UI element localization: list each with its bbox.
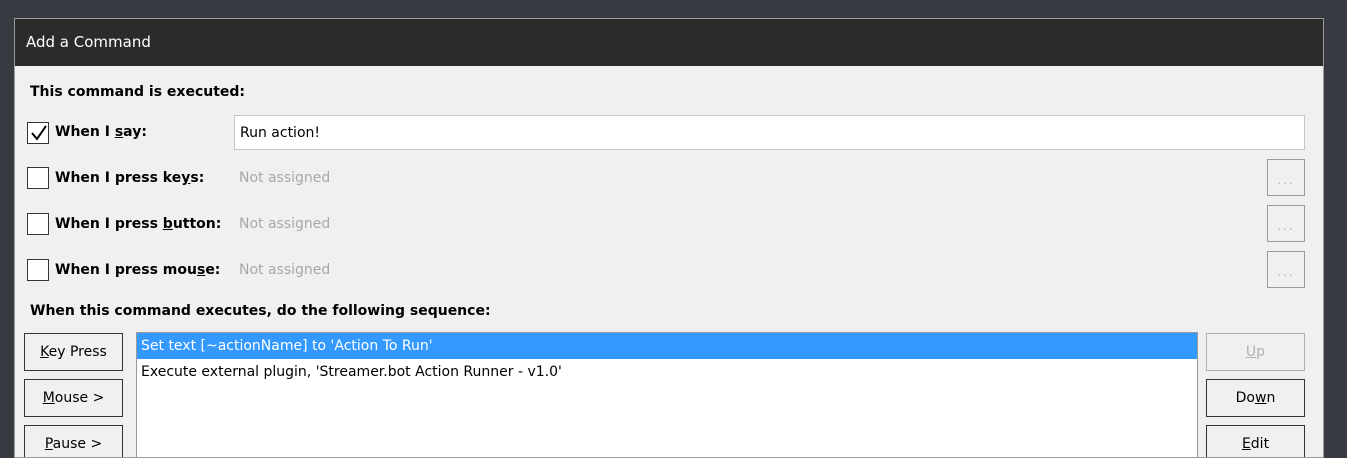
say-phrase-input[interactable]	[234, 115, 1305, 150]
button-checkbox[interactable]	[27, 213, 49, 235]
button-status: Not assigned	[239, 216, 331, 232]
list-item[interactable]: Execute external plugin, 'Streamer.bot A…	[137, 359, 1197, 385]
keys-label: When I press keys:	[55, 170, 205, 186]
mouse-status: Not assigned	[239, 262, 331, 278]
mouse-checkbox[interactable]	[27, 259, 49, 281]
checkmark-icon	[31, 125, 47, 141]
button-browse-button[interactable]: ...	[1267, 205, 1305, 242]
dialog-title: Add a Command	[15, 19, 1323, 66]
list-item[interactable]: Set text [~actionName] to 'Action To Run…	[137, 333, 1197, 359]
key-press-button[interactable]: Key Press	[24, 333, 123, 371]
keys-browse-button[interactable]: ...	[1267, 159, 1305, 196]
mouse-label: When I press mouse:	[55, 262, 221, 278]
pause-button[interactable]: Pause >	[24, 425, 123, 457]
mouse-browse-button[interactable]: ...	[1267, 251, 1305, 288]
edit-button[interactable]: Edit	[1206, 425, 1305, 457]
move-down-button[interactable]: Down	[1206, 379, 1305, 417]
move-up-button[interactable]: Up	[1206, 333, 1305, 371]
executed-header: This command is executed:	[30, 84, 246, 100]
keys-status: Not assigned	[239, 170, 331, 186]
mouse-button[interactable]: Mouse >	[24, 379, 123, 417]
sequence-header: When this command executes, do the follo…	[30, 303, 491, 319]
say-checkbox[interactable]	[27, 122, 49, 144]
add-command-dialog: Add a Command This command is executed: …	[14, 18, 1324, 458]
button-label: When I press button:	[55, 216, 222, 232]
say-label: When I say:	[55, 124, 147, 140]
sequence-list[interactable]: Set text [~actionName] to 'Action To Run…	[136, 332, 1198, 457]
keys-checkbox[interactable]	[27, 167, 49, 189]
